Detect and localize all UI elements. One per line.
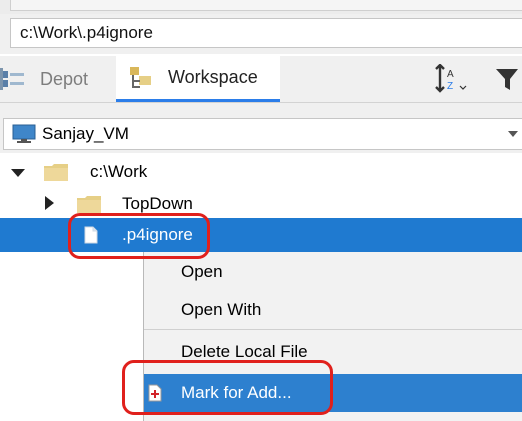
svg-text:A: A	[447, 69, 454, 80]
filter-icon[interactable]	[494, 64, 522, 94]
workspace-bar: Sanjay_VM	[0, 103, 522, 153]
monitor-icon	[12, 124, 36, 143]
tree-item-label: c:\Work	[90, 162, 148, 181]
folder-icon	[77, 196, 101, 213]
view-tabs: Depot Workspace A Z	[0, 56, 522, 103]
window-top-frame	[10, 0, 522, 11]
sort-az-icon[interactable]: A Z	[430, 64, 470, 94]
tab-workspace[interactable]: Workspace	[116, 56, 280, 102]
svg-text:Z: Z	[447, 81, 453, 92]
menu-item-label: Delete Local File	[181, 342, 308, 361]
tab-depot-label: Depot	[40, 68, 89, 89]
workspace-icon	[130, 66, 151, 88]
annotation-ring	[122, 360, 333, 415]
folder-icon	[44, 164, 68, 181]
tab-depot[interactable]: Depot	[0, 56, 110, 102]
menu-item-open[interactable]: Open	[144, 254, 522, 290]
annotation-ring	[68, 213, 210, 259]
chevron-down-icon	[508, 131, 518, 137]
depot-icon	[0, 68, 24, 90]
menu-separator	[144, 329, 522, 330]
collapsed-arrow-icon[interactable]	[42, 195, 58, 211]
tree-row[interactable]: c:\Work	[0, 156, 522, 188]
tab-workspace-label: Workspace	[168, 67, 258, 87]
window-top-strip	[0, 0, 522, 15]
menu-item-label: Open	[181, 262, 223, 281]
workspace-dropdown[interactable]: Sanjay_VM	[3, 118, 522, 150]
tree-item-label: TopDown	[122, 194, 193, 213]
workspace-name: Sanjay_VM	[42, 124, 129, 143]
path-bar: c:\Work\.p4ignore	[0, 14, 522, 54]
menu-item-label: Open With	[181, 300, 262, 319]
menu-item-open-with[interactable]: Open With	[144, 292, 522, 328]
path-field[interactable]: c:\Work\.p4ignore	[10, 18, 522, 48]
expanded-arrow-icon[interactable]	[10, 165, 26, 181]
